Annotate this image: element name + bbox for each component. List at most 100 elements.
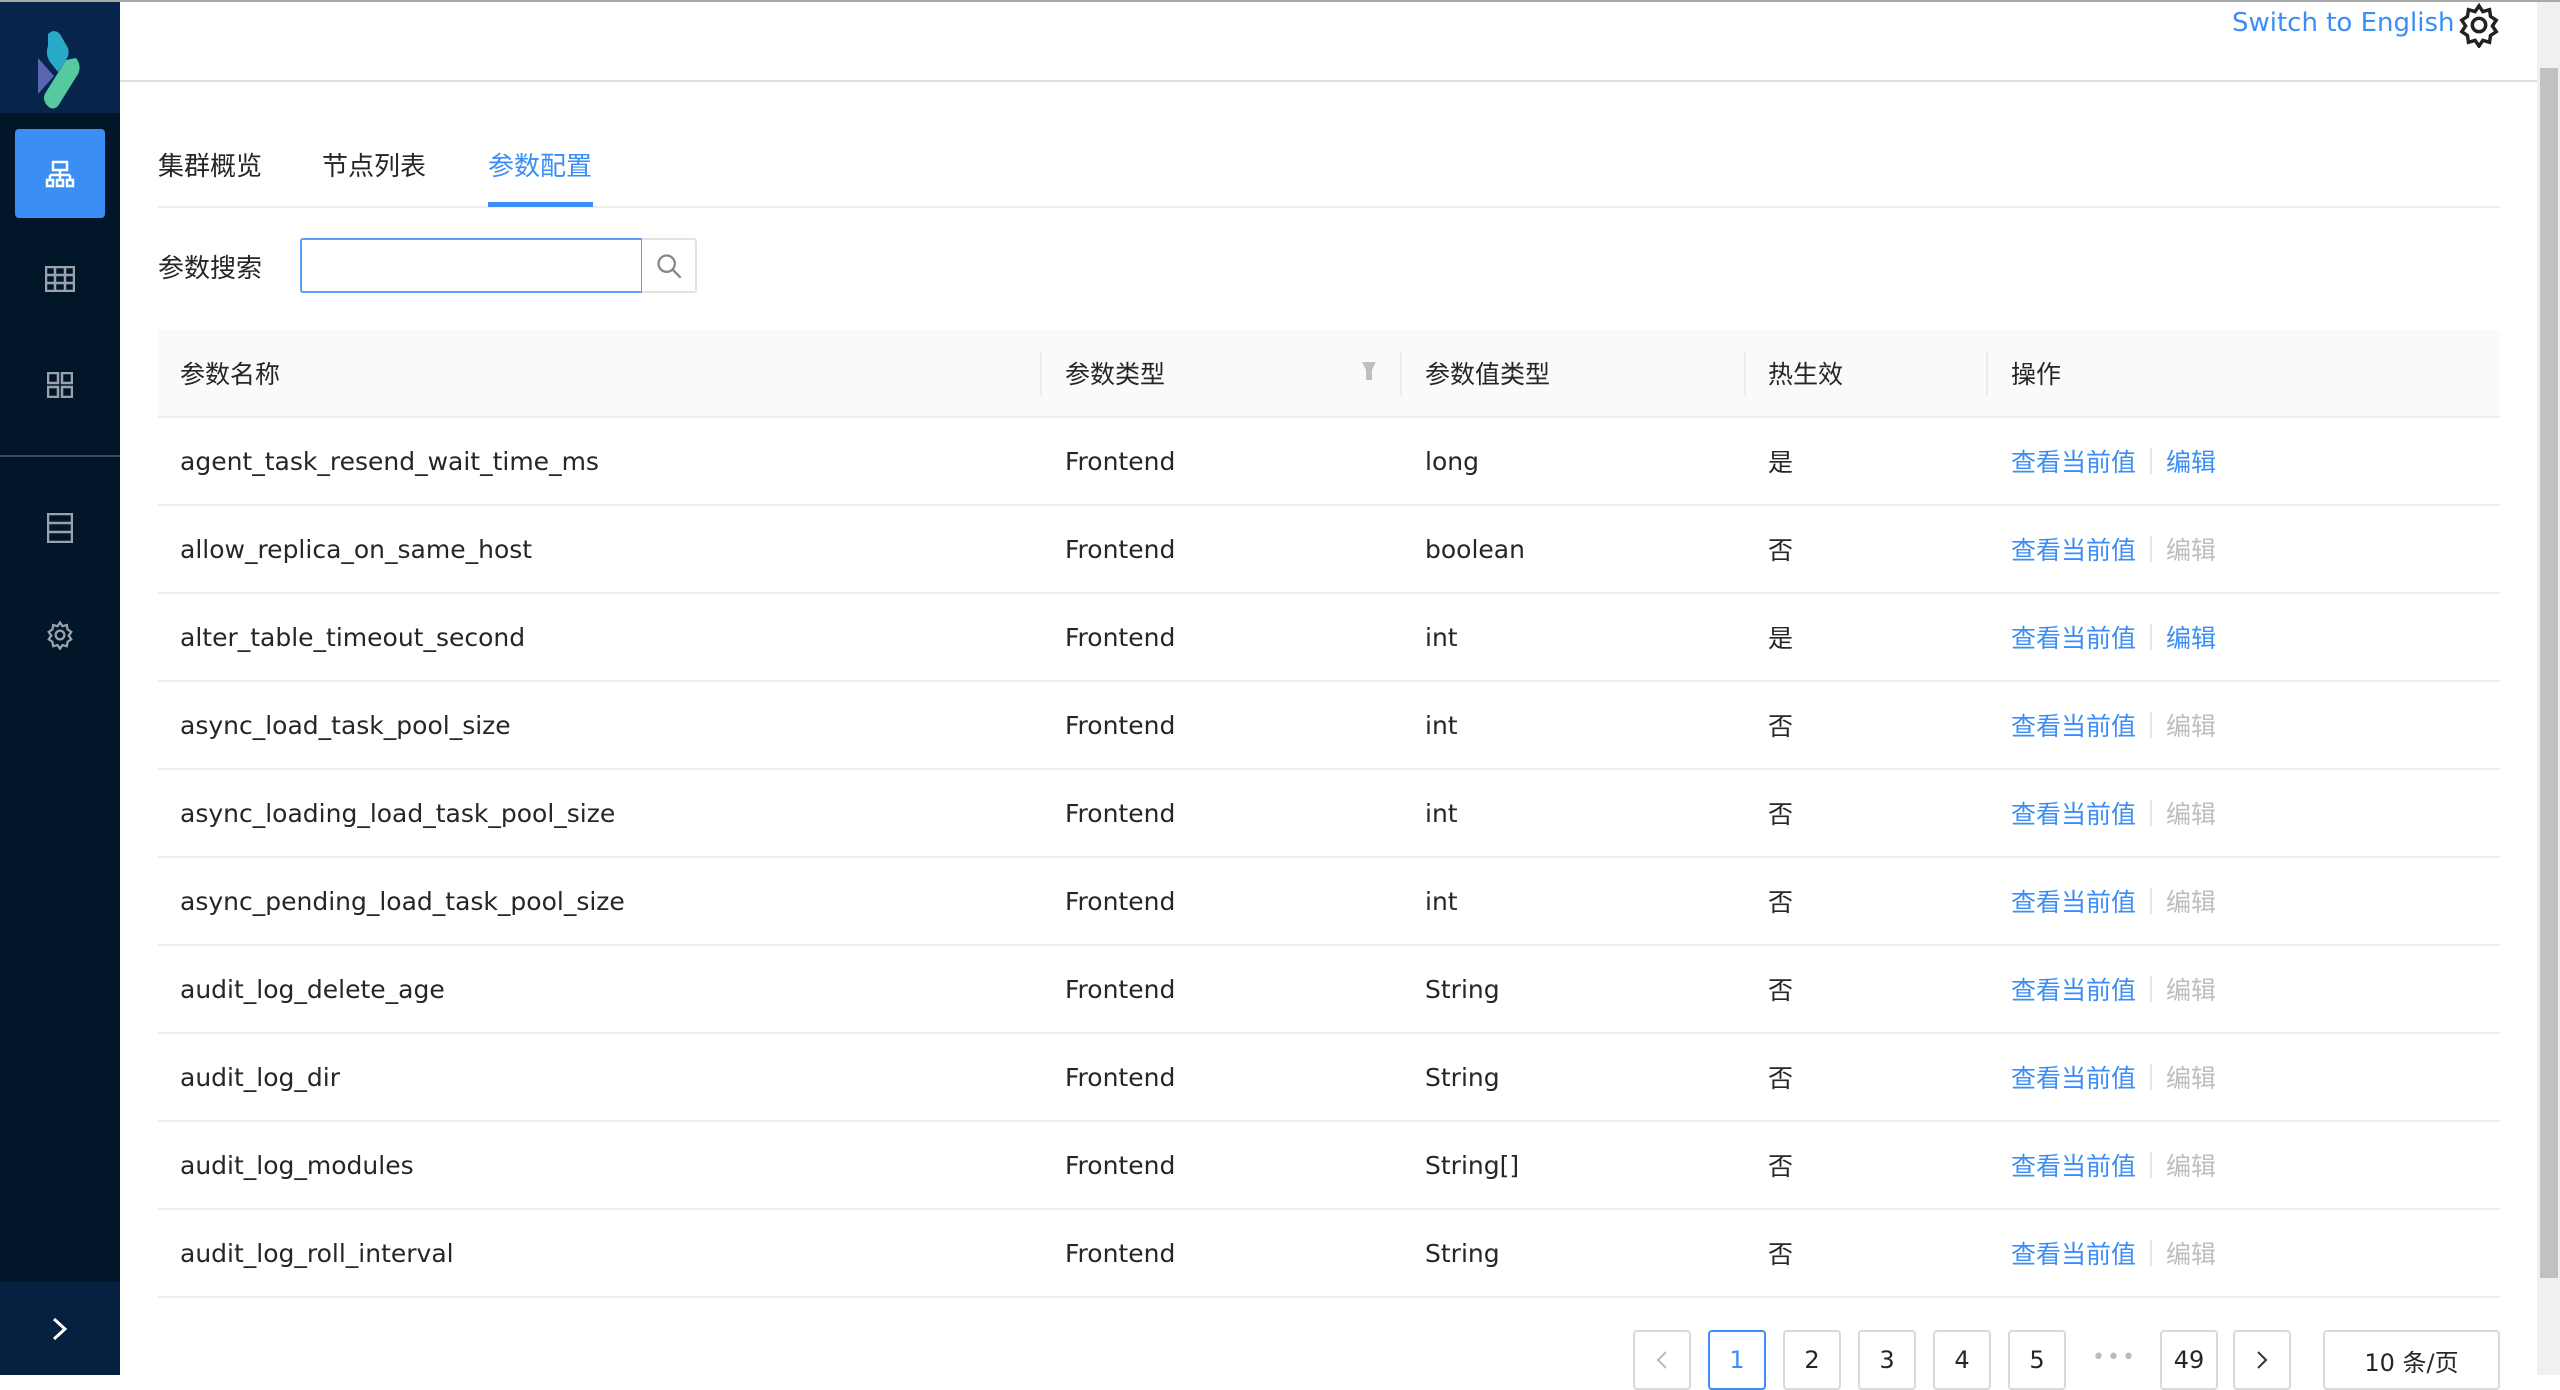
- param-type: Frontend: [1065, 1238, 1176, 1268]
- view-current-value-link[interactable]: 查看当前值: [2011, 1235, 2136, 1271]
- chevron-right-icon: [52, 1317, 68, 1340]
- edit-link[interactable]: 编辑: [2166, 443, 2216, 479]
- param-name: alter_table_timeout_second: [180, 622, 526, 652]
- search-icon: [656, 253, 681, 278]
- param-type: Frontend: [1065, 974, 1176, 1004]
- cluster-icon: [45, 160, 75, 187]
- prev-page-button[interactable]: [1633, 1330, 1691, 1390]
- row-actions: 查看当前值 编辑: [2011, 418, 2216, 504]
- sidebar-item-cluster[interactable]: [15, 129, 105, 218]
- column-header-actions: 操作: [2011, 360, 2062, 389]
- row-actions: 查看当前值 编辑: [2011, 770, 2216, 856]
- table-row: async_pending_load_task_pool_size Fronte…: [158, 858, 2500, 946]
- column-divider: [1400, 352, 1402, 396]
- page-4-button[interactable]: 4: [1933, 1330, 1991, 1390]
- page-5-button[interactable]: 5: [2008, 1330, 2066, 1390]
- param-name: allow_replica_on_same_host: [180, 534, 533, 564]
- scrollbar-thumb[interactable]: [2540, 68, 2558, 1278]
- action-divider: [2150, 1064, 2153, 1090]
- param-hot-reload: 否: [1768, 1064, 1794, 1093]
- column-divider: [1040, 352, 1042, 396]
- param-name: async_loading_load_task_pool_size: [180, 798, 616, 828]
- param-type: Frontend: [1065, 534, 1176, 564]
- param-value-type: int: [1425, 710, 1458, 740]
- sidebar-item-tables[interactable]: [15, 234, 105, 323]
- action-divider: [2150, 1152, 2153, 1178]
- view-current-value-link[interactable]: 查看当前值: [2011, 619, 2136, 655]
- page-1-button[interactable]: 1: [1708, 1330, 1766, 1390]
- table-icon: [45, 265, 75, 292]
- action-divider: [2150, 800, 2153, 826]
- row-actions: 查看当前值 编辑: [2011, 1034, 2216, 1120]
- view-current-value-link[interactable]: 查看当前值: [2011, 531, 2136, 567]
- chevron-right-icon: [2257, 1351, 2268, 1369]
- param-name: async_pending_load_task_pool_size: [180, 886, 625, 916]
- view-current-value-link[interactable]: 查看当前值: [2011, 883, 2136, 919]
- page-last-button[interactable]: 49: [2160, 1330, 2218, 1390]
- tab-node-list[interactable]: 节点列表: [322, 146, 426, 183]
- edit-link: 编辑: [2166, 536, 2217, 565]
- param-type: Frontend: [1065, 1150, 1176, 1180]
- param-hot-reload: 否: [1768, 712, 1794, 741]
- chevron-left-icon: [1656, 1351, 1667, 1369]
- filter-icon[interactable]: [1362, 362, 1376, 384]
- view-current-value-link[interactable]: 查看当前值: [2011, 443, 2136, 479]
- action-divider: [2150, 536, 2153, 562]
- table-row: audit_log_roll_interval Frontend String …: [158, 1210, 2500, 1298]
- edit-link[interactable]: 编辑: [2166, 619, 2216, 655]
- param-value-type: int: [1425, 622, 1458, 652]
- server-icon: [47, 512, 73, 543]
- param-hot-reload: 否: [1768, 1152, 1794, 1181]
- pagination-ellipsis[interactable]: •••: [2092, 1345, 2137, 1370]
- edit-link: 编辑: [2166, 1240, 2217, 1269]
- page-3-button[interactable]: 3: [1858, 1330, 1916, 1390]
- sidebar-collapse-toggle[interactable]: [0, 1282, 120, 1375]
- column-header-hot-reload: 热生效: [1768, 360, 1844, 389]
- edit-link: 编辑: [2166, 888, 2217, 917]
- logo[interactable]: [0, 0, 120, 113]
- grid-icon: [47, 371, 73, 398]
- action-divider: [2150, 624, 2153, 650]
- sidebar-item-nodes[interactable]: [15, 483, 105, 572]
- param-type: Frontend: [1065, 622, 1176, 652]
- view-current-value-link[interactable]: 查看当前值: [2011, 707, 2136, 743]
- search-button[interactable]: [642, 238, 697, 293]
- switch-language-link[interactable]: Switch to English: [2232, 8, 2454, 38]
- row-actions: 查看当前值 编辑: [2011, 1210, 2216, 1296]
- row-actions: 查看当前值 编辑: [2011, 682, 2216, 768]
- table-row: async_load_task_pool_size Frontend int 否…: [158, 682, 2500, 770]
- param-type: Frontend: [1065, 886, 1176, 916]
- action-divider: [2150, 888, 2153, 914]
- action-divider: [2150, 1240, 2153, 1266]
- page-2-button[interactable]: 2: [1783, 1330, 1841, 1390]
- param-value-type: String: [1425, 974, 1500, 1004]
- view-current-value-link[interactable]: 查看当前值: [2011, 795, 2136, 831]
- action-divider: [2150, 976, 2153, 1002]
- view-current-value-link[interactable]: 查看当前值: [2011, 1147, 2136, 1183]
- param-hot-reload: 否: [1768, 800, 1794, 829]
- table-row: alter_table_timeout_second Frontend int …: [158, 594, 2500, 682]
- param-value-type: int: [1425, 798, 1458, 828]
- settings-button[interactable]: [2456, 2, 2502, 52]
- view-current-value-link[interactable]: 查看当前值: [2011, 971, 2136, 1007]
- column-header-value-type: 参数值类型: [1425, 360, 1551, 389]
- next-page-button[interactable]: [2233, 1330, 2291, 1390]
- sidebar: [0, 0, 120, 1375]
- tab-parameter-config[interactable]: 参数配置: [488, 146, 592, 183]
- sidebar-item-dashboard[interactable]: [15, 340, 105, 429]
- gear-icon: [2459, 2, 2499, 50]
- tab-cluster-overview[interactable]: 集群概览: [158, 146, 262, 183]
- param-hot-reload: 是: [1768, 624, 1794, 653]
- param-name: async_load_task_pool_size: [180, 710, 511, 740]
- view-current-value-link[interactable]: 查看当前值: [2011, 1059, 2136, 1095]
- sidebar-item-settings[interactable]: [15, 590, 105, 679]
- param-hot-reload: 否: [1768, 976, 1794, 1005]
- table-row: allow_replica_on_same_host Frontend bool…: [158, 506, 2500, 594]
- column-header-name: 参数名称: [180, 360, 281, 389]
- table-row: audit_log_dir Frontend String 否 查看当前值 编辑: [158, 1034, 2500, 1122]
- edit-link: 编辑: [2166, 1152, 2217, 1181]
- search-input[interactable]: [300, 238, 643, 293]
- param-value-type: int: [1425, 886, 1458, 916]
- page-size-select[interactable]: 10 条/页: [2323, 1330, 2500, 1390]
- param-hot-reload: 是: [1768, 448, 1794, 477]
